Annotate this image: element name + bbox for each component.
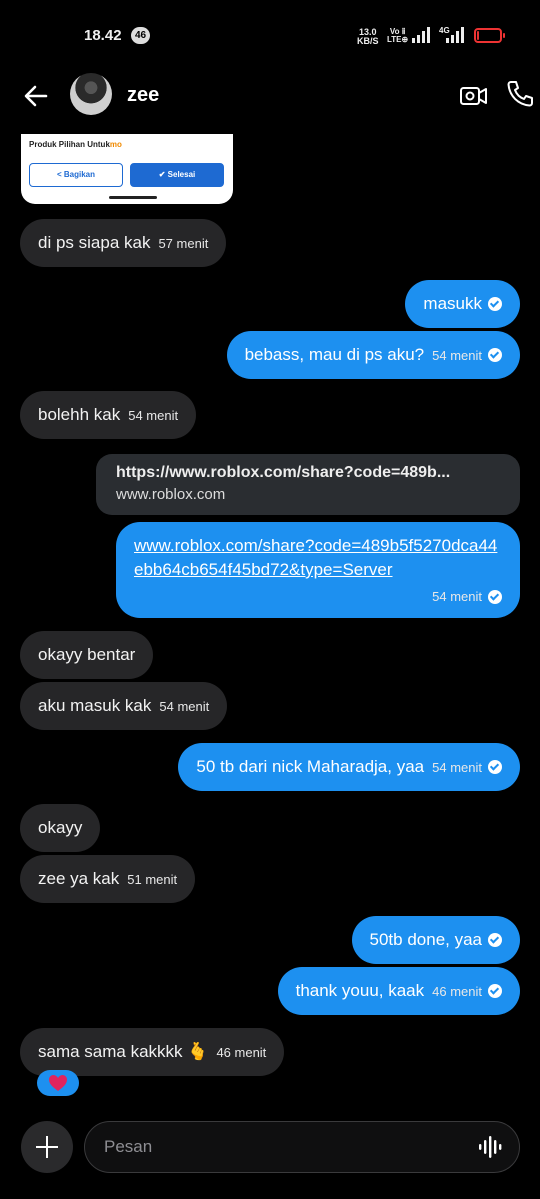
avatar[interactable] [70, 73, 112, 115]
message-time: 54 menit [432, 589, 502, 605]
status-time: 18.42 [84, 27, 122, 44]
phone-call-icon[interactable] [504, 78, 536, 110]
battery-fill [477, 31, 479, 40]
add-attachment-button[interactable] [21, 1121, 73, 1173]
message-link[interactable]: www.roblox.com/share?code=489b5f5270dca4… [134, 534, 502, 582]
battery-icon [474, 28, 505, 43]
heart-icon [49, 1075, 67, 1091]
message-outgoing[interactable]: masukk [405, 280, 520, 328]
signal-icon [412, 27, 430, 43]
message-outgoing[interactable]: thank youu, kaak 46 menit [277, 967, 520, 1015]
read-check-icon [488, 296, 502, 311]
message-incoming[interactable]: sama sama kakkkk 🫰 46 menit [20, 1028, 285, 1076]
link-preview-url: https://www.roblox.com/share?code=489b..… [116, 464, 451, 481]
chat-header: zee [0, 72, 540, 120]
network-speed: 13.0 KB/S [357, 27, 379, 46]
back-arrow-icon[interactable] [20, 80, 52, 112]
read-check-icon [488, 590, 502, 604]
message-incoming[interactable]: bolehh kak 54 menit [20, 391, 197, 439]
home-indicator [109, 196, 157, 199]
message-outgoing-link[interactable]: www.roblox.com/share?code=489b5f5270dca4… [116, 522, 520, 618]
read-check-icon [488, 983, 502, 998]
link-preview-domain: www.roblox.com [116, 486, 226, 503]
notification-badge: 46 [131, 27, 150, 44]
message-outgoing[interactable]: 50 tb dari nick Maharadja, yaa 54 menit [178, 743, 520, 791]
message-incoming[interactable]: okayy bentar [20, 631, 154, 679]
message-incoming[interactable]: okayy [20, 804, 101, 852]
done-button: ✔ Selesai [130, 163, 224, 187]
reaction-badge[interactable] [37, 1070, 79, 1096]
message-outgoing[interactable]: bebass, mau di ps aku? 54 menit [226, 331, 520, 379]
volte-indicator: Vo ⅱ LTE⊕ [387, 27, 409, 44]
read-check-icon [488, 932, 502, 947]
message-input[interactable] [84, 1121, 520, 1173]
voice-wave-icon[interactable] [477, 1135, 503, 1159]
status-bar: 18.42 46 13.0 KB/S Vo ⅱ LTE⊕ 4G [0, 0, 540, 72]
message-incoming[interactable]: di ps siapa kak 57 menit [20, 219, 227, 267]
link-preview-card[interactable]: https://www.roblox.com/share?code=489b..… [96, 454, 520, 515]
preview-title: Produk Pilihan Untukmo [29, 140, 122, 149]
contact-name[interactable]: zee [127, 84, 159, 107]
message-outgoing[interactable]: 50tb done, yaa [351, 916, 520, 964]
video-call-icon[interactable] [458, 80, 490, 112]
share-button: < Bagikan [29, 163, 123, 187]
signal-icon-2 [446, 27, 464, 43]
read-check-icon [488, 347, 502, 362]
message-incoming[interactable]: zee ya kak 51 menit [20, 855, 196, 903]
message-incoming[interactable]: aku masuk kak 54 menit [20, 682, 228, 730]
read-check-icon [488, 759, 502, 774]
shared-image-preview[interactable]: Produk Pilihan Untukmo < Bagikan ✔ Seles… [21, 134, 233, 204]
